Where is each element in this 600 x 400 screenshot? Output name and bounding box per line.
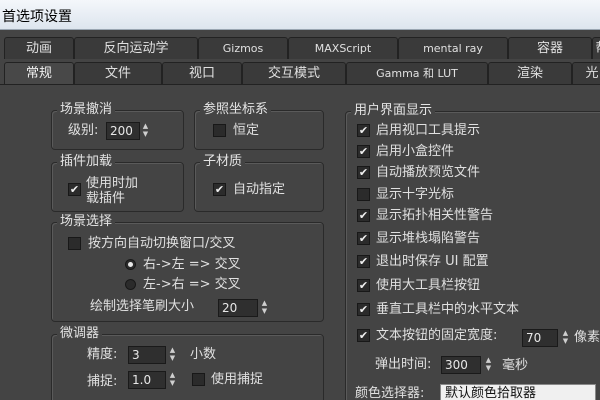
title-bar: 首选项设置 <box>0 0 600 30</box>
flyout-time-unit: 毫秒 <box>502 358 529 373</box>
ui-display-title: 用户界面显示 <box>351 103 436 119</box>
horizontal-text-label: 垂直工具栏中的水平文本 <box>376 302 520 317</box>
large-toolbar-buttons-label: 使用大工具栏按钮 <box>376 278 481 293</box>
horizontal-text-checkbox[interactable]: ✔ <box>357 303 370 316</box>
topology-warning-label: 显示拓扑相关性警告 <box>376 208 494 223</box>
precision-unit: 小数 <box>190 347 217 362</box>
large-toolbar-buttons-checkbox[interactable]: ✔ <box>357 279 370 292</box>
gizmo-label: 启用小盒控件 <box>376 144 455 159</box>
stack-collapse-warning-checkbox[interactable]: ✔ <box>357 232 370 245</box>
crosshair-cursor-label: 显示十字光标 <box>376 187 455 202</box>
fixed-width-input[interactable]: 70 <box>522 329 558 347</box>
constant-label: 恒定 <box>233 123 260 138</box>
tab-mental-ray[interactable]: mental ray <box>398 37 508 59</box>
window-title: 首选项设置 <box>2 9 72 25</box>
flyout-time-input[interactable]: 300 <box>441 356 481 374</box>
snap-label: 捕捉: <box>87 374 118 389</box>
sub-material-title: 子材质 <box>200 154 246 170</box>
viewport-tooltips-checkbox[interactable]: ✔ <box>357 124 370 137</box>
fixed-width-unit: 像素 <box>574 330 600 345</box>
right-to-left-radio[interactable] <box>125 259 136 270</box>
left-to-right-label: 左->右 => 交叉 <box>143 277 241 292</box>
plugin-load-title: 插件加载 <box>57 154 116 170</box>
precision-spinner-arrows[interactable]: ▲ ▼ <box>168 346 177 364</box>
load-on-use-checkbox[interactable]: ✔ <box>68 183 81 196</box>
snap-spinner-arrows[interactable]: ▲ ▼ <box>168 371 177 389</box>
precision-input[interactable]: 3 <box>128 346 166 364</box>
tab-gamma-lut[interactable]: Gamma 和 LUT <box>346 62 488 84</box>
undo-levels-label: 级别: <box>68 123 99 138</box>
precision-label: 精度: <box>87 347 118 362</box>
tab-rendering[interactable]: 渲染 <box>488 62 572 84</box>
tab-animation[interactable]: 动画 <box>4 37 74 59</box>
spinners-group <box>51 334 324 400</box>
brush-size-spinner-arrows[interactable]: ▲ ▼ <box>260 299 269 317</box>
brush-size-label: 绘制选择笔刷大小 <box>90 299 195 314</box>
undo-levels-spinner-arrows[interactable]: ▲ ▼ <box>141 122 150 140</box>
fixed-width-spinner-arrows[interactable]: ▲ ▼ <box>561 329 570 347</box>
auto-assign-label: 自动指定 <box>233 182 286 197</box>
tab-help[interactable]: 帮 <box>592 37 600 59</box>
tab-containers[interactable]: 容器 <box>508 37 592 59</box>
save-ui-config-checkbox[interactable]: ✔ <box>357 255 370 268</box>
tab-general[interactable]: 常规 <box>4 62 74 85</box>
right-to-left-label: 右->左 => 交叉 <box>143 257 241 272</box>
flyout-time-label: 弹出时间: <box>375 357 432 372</box>
auto-window-cross-checkbox[interactable] <box>68 237 81 250</box>
tab-files[interactable]: 文件 <box>74 62 162 84</box>
viewport-tooltips-label: 启用视口工具提示 <box>376 123 481 138</box>
tab-interaction-mode[interactable]: 交互模式 <box>242 62 346 84</box>
auto-assign-checkbox[interactable]: ✔ <box>213 183 226 196</box>
fixed-width-label: 文本按钮的固定宽度: <box>376 328 498 343</box>
tab-lighting[interactable]: 光 <box>572 62 600 84</box>
left-to-right-radio[interactable] <box>125 279 136 290</box>
autoplay-preview-checkbox[interactable]: ✔ <box>357 166 370 179</box>
scene-select-title: 场景选择 <box>57 214 116 230</box>
use-snap-label: 使用捕捉 <box>211 372 264 387</box>
crosshair-cursor-checkbox[interactable] <box>357 188 370 201</box>
flyout-time-spinner-arrows[interactable]: ▲ ▼ <box>484 356 493 374</box>
topology-warning-checkbox[interactable]: ✔ <box>357 209 370 222</box>
brush-size-input[interactable]: 20 <box>218 299 258 317</box>
tab-gizmos[interactable]: Gizmos <box>198 37 288 59</box>
tab-viewports[interactable]: 视口 <box>162 62 242 84</box>
tab-maxscript[interactable]: MAXScript <box>288 37 398 59</box>
gizmo-checkbox[interactable]: ✔ <box>357 145 370 158</box>
tab-inverse-kinematics[interactable]: 反向运动学 <box>74 37 198 59</box>
load-on-use-label: 使用时加 载插件 <box>86 176 139 206</box>
auto-window-cross-label: 按方向自动切换窗口/交叉 <box>88 236 236 251</box>
save-ui-config-label: 退出时保存 UI 配置 <box>376 254 489 269</box>
scene-undo-title: 场景撤消 <box>57 102 116 118</box>
snap-input[interactable]: 1.0 <box>128 371 166 389</box>
stack-collapse-warning-label: 显示堆栈塌陷警告 <box>376 231 481 246</box>
color-picker-dropdown[interactable]: 默认颜色拾取器 <box>440 384 596 400</box>
constant-checkbox[interactable] <box>213 124 226 137</box>
autoplay-preview-label: 自动播放预览文件 <box>376 165 481 180</box>
spinners-title: 微调器 <box>57 326 103 342</box>
color-picker-label: 颜色选择器: <box>355 386 425 400</box>
undo-levels-input[interactable]: 200 <box>106 122 140 140</box>
fixed-width-checkbox[interactable]: ✔ <box>357 329 370 342</box>
use-snap-checkbox[interactable] <box>192 373 205 386</box>
ref-coord-title: 参照坐标系 <box>200 102 272 118</box>
